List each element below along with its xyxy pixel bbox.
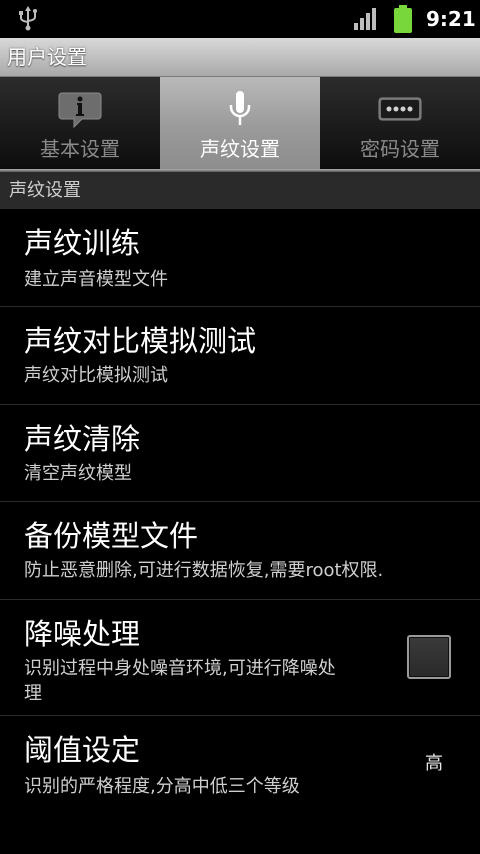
page-title: 用户设置 (7, 45, 87, 69)
preference-summary: 建立声音模型文件 (24, 269, 168, 290)
tab-label: 声纹设置 (200, 137, 280, 161)
tab-label: 基本设置 (40, 137, 120, 161)
tab-basic-settings[interactable]: 基本设置 (0, 77, 160, 169)
preference-title: 声纹清除 (24, 422, 141, 456)
preference-title: 声纹对比模拟测试 (24, 324, 257, 358)
preference-voiceprint-comparison-test[interactable]: 声纹对比模拟测试 声纹对比模拟测试 (0, 307, 480, 405)
tab-label: 密码设置 (360, 137, 440, 161)
battery-icon (394, 5, 412, 33)
preference-threshold[interactable]: 阈值设定 识别的严格程度,分高中低三个等级 高 (0, 716, 480, 816)
tab-password-settings[interactable]: 密码设置 (320, 77, 480, 169)
password-field-icon (378, 97, 422, 121)
preference-summary: 识别的严格程度,分高中低三个等级 (24, 776, 300, 797)
preference-summary-continued: 理 (24, 683, 42, 704)
usb-icon (19, 6, 37, 31)
tab-bar: 基本设置 声纹设置 密码设置 (0, 77, 480, 169)
preference-title: 阈值设定 (24, 733, 141, 767)
preference-summary: 清空声纹模型 (24, 463, 132, 484)
title-bar: 用户设置 (0, 38, 480, 77)
preference-list: 声纹训练 建立声音模型文件 声纹对比模拟测试 声纹对比模拟测试 声纹清除 清空声… (0, 209, 480, 816)
preference-summary: 识别过程中身处噪音环境,可进行降噪处 (24, 658, 336, 679)
status-bar: 9:21 (0, 0, 480, 38)
info-bubble-icon (58, 92, 102, 129)
section-header: 声纹设置 (0, 172, 480, 209)
preference-title: 备份模型文件 (24, 519, 199, 553)
preference-title: 降噪处理 (24, 617, 141, 651)
threshold-value: 高 (425, 753, 443, 774)
preference-noise-reduction[interactable]: 降噪处理 识别过程中身处噪音环境,可进行降噪处 理 (0, 600, 480, 716)
preference-summary: 防止恶意删除,可进行数据恢复,需要root权限. (24, 560, 384, 581)
section-header-title: 声纹设置 (9, 180, 81, 201)
signal-icon (354, 8, 376, 30)
noise-reduction-checkbox[interactable] (407, 635, 451, 679)
status-clock: 9:21 (426, 7, 476, 31)
preference-backup-model[interactable]: 备份模型文件 防止恶意删除,可进行数据恢复,需要root权限. (0, 502, 480, 600)
preference-summary: 声纹对比模拟测试 (24, 365, 168, 386)
preference-voiceprint-training[interactable]: 声纹训练 建立声音模型文件 (0, 209, 480, 307)
preference-voiceprint-clear[interactable]: 声纹清除 清空声纹模型 (0, 405, 480, 502)
preference-title: 声纹训练 (24, 226, 141, 260)
microphone-icon (229, 91, 251, 125)
tab-voiceprint-settings[interactable]: 声纹设置 (160, 77, 320, 169)
